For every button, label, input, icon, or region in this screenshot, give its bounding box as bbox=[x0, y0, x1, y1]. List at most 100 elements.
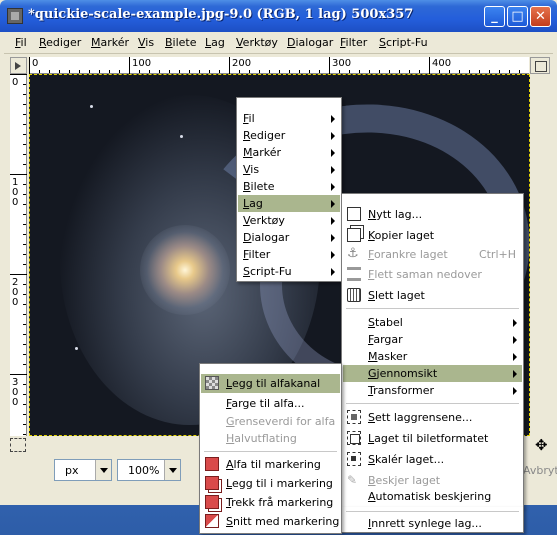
chevron-down-icon[interactable] bbox=[164, 460, 180, 480]
vertical-ruler[interactable]: 0 1 0 0 2 0 0 3 0 0 bbox=[10, 74, 27, 436]
merge-down-icon bbox=[347, 267, 361, 281]
menu-bar: Fil Rediger Markér Vis Bilete Lag Verktø… bbox=[4, 32, 553, 54]
ruler-label: 0 bbox=[32, 58, 39, 69]
menu-item-scale-layer[interactable]: Skalér laget... bbox=[343, 451, 522, 468]
star bbox=[75, 347, 78, 350]
menu-item-subtract-from-selection[interactable]: Trekk frå markering bbox=[201, 494, 340, 511]
layer-submenu-tail: Innrett synlege lag... bbox=[341, 507, 524, 533]
menu-fil[interactable]: Fil bbox=[15, 36, 27, 49]
menu-vis[interactable]: Vis bbox=[138, 36, 154, 49]
menu-item-color-to-alpha[interactable]: Farge til alfa... bbox=[201, 395, 340, 412]
menu-item-crop-layer: ✎ Beskjer laget bbox=[347, 473, 441, 487]
maximize-button[interactable]: □ bbox=[507, 6, 528, 27]
image-context-menu: Fil Rediger Markér Vis Bilete Lag Verktø… bbox=[236, 97, 342, 282]
menu-item-new-layer[interactable]: Nytt lag... bbox=[343, 206, 522, 223]
horizontal-ruler[interactable]: 0 100 200 300 400 bbox=[29, 57, 529, 74]
menu-item-alpha-to-selection[interactable]: Alfa til markering bbox=[201, 456, 340, 473]
close-button[interactable]: ✕ bbox=[530, 6, 551, 27]
crop-layer-icon: ✎ bbox=[347, 473, 358, 487]
menu-script-fu[interactable]: Script-Fu bbox=[379, 36, 428, 49]
menu-item-layer-to-image-size[interactable]: Laget til biletformatet bbox=[343, 430, 522, 447]
alpha-to-selection-icon bbox=[205, 457, 219, 471]
menu-filter[interactable]: Filter bbox=[340, 36, 367, 49]
menu-item-add-to-selection[interactable]: Legg til i markering bbox=[201, 475, 340, 492]
add-to-selection-icon bbox=[205, 476, 219, 490]
menu-item-autocrop[interactable]: Automatisk beskjering bbox=[343, 490, 522, 504]
menu-item-transparency[interactable]: Gjennomsikt bbox=[343, 365, 522, 382]
menu-item-add-alpha-channel[interactable]: Legg til alfakanal bbox=[201, 374, 340, 393]
separator bbox=[346, 308, 519, 309]
galaxy-core bbox=[140, 225, 230, 315]
alpha-channel-icon bbox=[205, 376, 219, 390]
menu-dialogar[interactable]: Dialogar bbox=[287, 36, 333, 49]
menu-lag[interactable]: Lag bbox=[205, 36, 225, 49]
title-bar[interactable]: *quickie-scale-example.jpg-9.0 (RGB, 1 l… bbox=[0, 0, 557, 32]
separator bbox=[346, 511, 519, 512]
menu-item-layer-boundary[interactable]: Sett laggrensene... bbox=[343, 409, 522, 426]
intersect-selection-icon bbox=[205, 514, 219, 528]
layer-to-image-size-icon bbox=[347, 431, 361, 445]
gimp-window-icon[interactable] bbox=[7, 8, 23, 24]
quick-mask-menu-button[interactable] bbox=[10, 57, 27, 74]
trash-icon bbox=[347, 288, 361, 302]
zoom-select[interactable]: 100% bbox=[117, 459, 181, 481]
new-layer-icon bbox=[347, 207, 361, 221]
context-item-script-fu[interactable]: Script-Fu bbox=[238, 263, 340, 280]
menu-item-delete-layer[interactable]: Slett laget bbox=[343, 287, 522, 304]
unit-select[interactable]: px bbox=[54, 459, 112, 481]
menu-bilete[interactable]: Bilete bbox=[165, 36, 197, 49]
ruler-label: 1 0 0 bbox=[12, 177, 19, 208]
menu-item-merge-down: Flett saman nedover bbox=[343, 266, 522, 283]
separator bbox=[204, 451, 337, 452]
shortcut-label: Ctrl+H bbox=[478, 248, 516, 261]
transparency-submenu: Legg til alfakanal Farge til alfa... Gre… bbox=[199, 363, 342, 534]
context-item-rediger[interactable]: Rediger bbox=[238, 127, 340, 144]
menu-item-intersect-selection[interactable]: Snitt med markering bbox=[201, 513, 340, 530]
ruler-label: 300 bbox=[332, 58, 352, 69]
window-title: *quickie-scale-example.jpg-9.0 (RGB, 1 l… bbox=[28, 7, 414, 22]
anchor-icon: ⚓ bbox=[347, 246, 359, 261]
menu-item-align-visible-layers[interactable]: Innrett synlege lag... bbox=[343, 515, 522, 532]
menu-item-mask[interactable]: Masker bbox=[343, 348, 522, 365]
context-item-bilete[interactable]: Bilete bbox=[238, 178, 340, 195]
separator bbox=[346, 403, 519, 404]
ruler-label: 3 0 0 bbox=[12, 377, 19, 408]
duplicate-layer-icon bbox=[347, 228, 361, 242]
cancel-button[interactable]: Avbryt bbox=[523, 464, 557, 477]
ruler-label: 400 bbox=[432, 58, 452, 69]
menu-item-threshold-alpha: Grenseverdi for alfa bbox=[226, 415, 336, 428]
menu-item-semi-flatten: Halvutflating bbox=[226, 432, 297, 445]
context-item-verktoy[interactable]: Verktøy bbox=[238, 212, 340, 229]
chevron-down-icon[interactable] bbox=[95, 460, 111, 480]
ruler-label: 0 bbox=[12, 77, 19, 88]
unit-value: px bbox=[65, 464, 79, 477]
ruler-label: 2 0 0 bbox=[12, 277, 19, 308]
menu-verktoy[interactable]: Verktøy bbox=[236, 36, 278, 49]
context-item-vis[interactable]: Vis bbox=[238, 161, 340, 178]
menu-marker[interactable]: Markér bbox=[91, 36, 129, 49]
context-item-dialogar[interactable]: Dialogar bbox=[238, 229, 340, 246]
menu-item-colors[interactable]: Fargar bbox=[343, 331, 522, 348]
layer-boundary-icon bbox=[347, 410, 361, 424]
zoom-fit-icon[interactable] bbox=[530, 57, 550, 74]
menu-item-anchor-layer: ⚓ Forankre laget Ctrl+H bbox=[347, 246, 516, 262]
star bbox=[90, 105, 93, 108]
menu-item-stack[interactable]: Stabel bbox=[343, 314, 522, 331]
ruler-label: 200 bbox=[232, 58, 252, 69]
zoom-value: 100% bbox=[128, 464, 160, 477]
ruler-label: 100 bbox=[132, 58, 152, 69]
star bbox=[180, 135, 183, 138]
navigate-icon[interactable] bbox=[10, 438, 26, 452]
context-item-fil[interactable]: Fil bbox=[238, 110, 340, 127]
context-item-lag[interactable]: Lag bbox=[238, 195, 340, 212]
menu-item-duplicate-layer[interactable]: Kopier laget bbox=[343, 227, 522, 244]
menu-item-transform[interactable]: Transformer bbox=[343, 382, 522, 399]
context-item-filter[interactable]: Filter bbox=[238, 246, 340, 263]
move-cross-icon[interactable]: ✥ bbox=[535, 438, 548, 453]
scale-layer-icon bbox=[347, 452, 361, 466]
minimize-button[interactable]: _ bbox=[484, 6, 505, 27]
menu-rediger[interactable]: Rediger bbox=[39, 36, 81, 49]
context-item-marker[interactable]: Markér bbox=[238, 144, 340, 161]
layer-submenu: Nytt lag... Kopier laget ⚓ Forankre laget… bbox=[341, 193, 524, 508]
subtract-from-selection-icon bbox=[205, 495, 219, 509]
